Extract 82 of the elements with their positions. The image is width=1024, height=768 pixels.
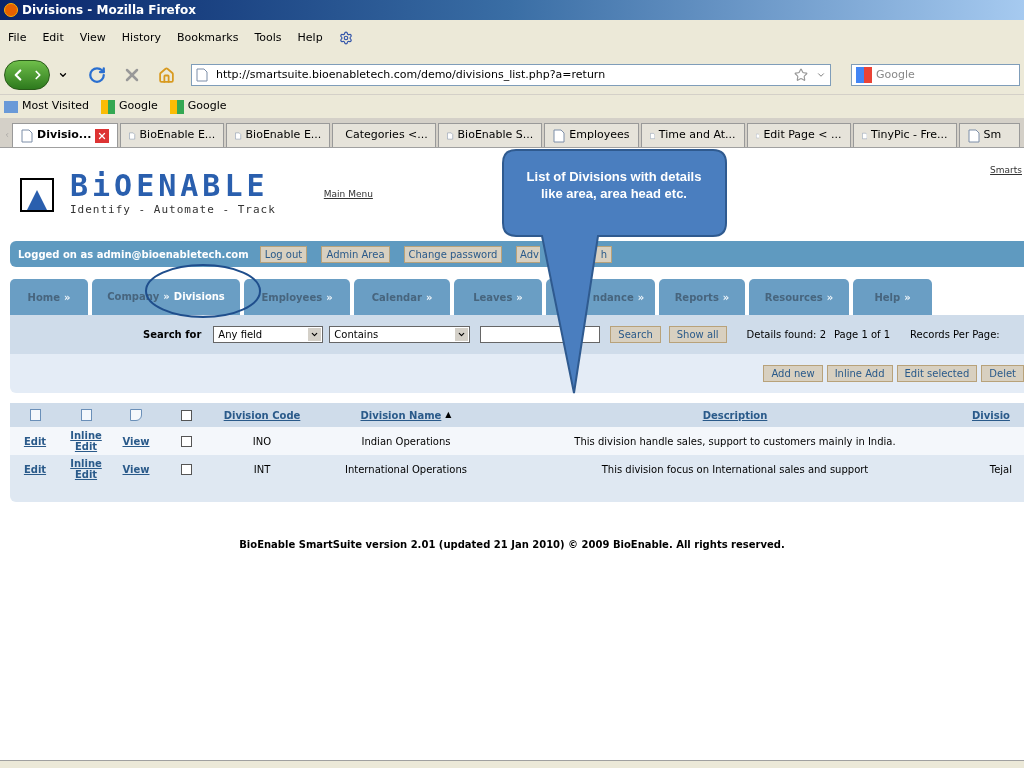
edit-icon xyxy=(29,409,41,421)
user-button[interactable]: Log out xyxy=(260,245,307,263)
action-button[interactable]: Edit selected xyxy=(896,365,978,382)
view-link[interactable]: View xyxy=(112,433,160,449)
menu-item[interactable]: Help xyxy=(297,29,323,47)
checkbox[interactable] xyxy=(180,435,192,447)
menu-item[interactable]: Edit xyxy=(42,29,64,47)
edit-link[interactable]: Edit xyxy=(10,433,60,449)
browser-tab[interactable]: Edit Page < ... xyxy=(746,123,851,147)
table-cell-text: Indian Operations xyxy=(360,434,452,449)
action-button[interactable]: Inline Add xyxy=(826,365,893,382)
edit-link[interactable]: Edit xyxy=(10,461,60,477)
search-label: Search for xyxy=(143,328,202,342)
table-cell-text: INT xyxy=(252,462,272,477)
user-button[interactable]: Change password xyxy=(404,245,502,263)
search-button[interactable]: Search xyxy=(610,326,661,343)
page-icon xyxy=(967,128,980,143)
back-forward-button[interactable] xyxy=(4,60,50,90)
browser-tab[interactable]: Categories <... xyxy=(332,123,437,147)
copyright-text: BioEnable SmartSuite version 2.01 (updated 21 Jan 2010) © 2009 BioEnable. All rights reserved. xyxy=(239,538,785,552)
field-select[interactable]: Any field xyxy=(213,326,324,343)
sort-icon: ▲ xyxy=(445,409,452,421)
column-header-link[interactable]: Division Code xyxy=(223,407,301,423)
select-all-checkbox[interactable] xyxy=(180,409,192,421)
browser-tab[interactable]: BioEnable E... xyxy=(226,123,331,147)
menu-item[interactable]: File xyxy=(8,29,27,47)
tagline: Identify - Automate - Track xyxy=(70,202,276,219)
window-title: Divisions - Mozilla Firefox xyxy=(22,2,196,19)
menu-item[interactable]: Tools xyxy=(254,29,282,47)
browser-tab[interactable]: Sm xyxy=(958,123,1020,147)
reload-icon[interactable] xyxy=(88,66,106,84)
checkbox[interactable] xyxy=(180,463,192,475)
menu-item[interactable]: View xyxy=(79,29,106,47)
main-menu-link[interactable]: Main Menu xyxy=(323,187,373,202)
action-button[interactable]: Delet xyxy=(981,365,1024,382)
table-cell-text: INO xyxy=(251,434,273,449)
page-info: Page 1 of 1 xyxy=(834,328,891,342)
search-field[interactable]: Google xyxy=(851,64,1020,86)
user-button[interactable]: Admin Area xyxy=(321,245,390,263)
bookmark-item[interactable]: Google xyxy=(100,98,158,115)
per-page-label: Records Per Page: xyxy=(910,328,1000,342)
bookmark-item[interactable]: Google xyxy=(169,98,227,115)
dropdown-icon[interactable] xyxy=(58,70,68,80)
view-link[interactable]: View xyxy=(112,461,160,477)
column-header-link[interactable]: Division Name xyxy=(360,407,442,423)
table-cell-text: Tejal xyxy=(988,462,1013,477)
browser-tab[interactable]: Employees xyxy=(544,123,639,147)
details-found: Details found: 2 xyxy=(746,328,826,342)
top-link[interactable]: Smarts xyxy=(990,164,1022,178)
browser-tab[interactable]: BioEnable E... xyxy=(120,123,225,147)
inline-edit-link[interactable]: Inline Edit xyxy=(68,458,104,480)
search-button[interactable]: Show all xyxy=(668,326,727,343)
menu-item[interactable]: History xyxy=(121,29,161,47)
page-icon xyxy=(196,68,208,82)
table-cell-text: This division handle sales, support to customers mainly in India. xyxy=(573,434,897,449)
browser-tab[interactable]: Time and At... xyxy=(640,123,745,147)
browser-tab[interactable]: TinyPic - Fre... xyxy=(852,123,957,147)
bookmark-item[interactable]: Most Visited xyxy=(4,98,89,115)
callout-text: List of Divisions with details like area, area head etc. xyxy=(525,168,703,202)
column-header-link[interactable]: Description xyxy=(702,407,768,423)
column-header-link[interactable]: Divisio xyxy=(972,407,1010,423)
dropdown-icon xyxy=(308,328,322,341)
table-cell-text: This division focus on International sales and support xyxy=(600,462,870,477)
edit-icon xyxy=(80,409,92,421)
browser-tab[interactable]: Divisio... xyxy=(12,123,119,147)
view-icon xyxy=(130,409,142,421)
user-button[interactable]: Adv xyxy=(516,245,540,263)
logo-text: BiOENABLE xyxy=(70,170,270,203)
dropdown-icon xyxy=(455,328,469,341)
action-button[interactable]: Add new xyxy=(763,365,823,382)
page-icon xyxy=(553,128,566,143)
inline-edit-link[interactable]: Inline Edit xyxy=(68,430,104,452)
operator-select[interactable]: Contains xyxy=(329,326,471,343)
address-field[interactable]: http://smartsuite.bioenabletech.com/demo/divisions_list.php?a=return xyxy=(191,64,831,86)
browser-tab[interactable]: BioEnable S... xyxy=(438,123,543,147)
logged-on-text: Logged on as admin@bioenabletech.com xyxy=(18,247,249,262)
table-cell-text: International Operations xyxy=(344,462,468,477)
star-icon[interactable] xyxy=(794,68,808,82)
page-icon xyxy=(21,128,34,143)
logo-icon xyxy=(20,177,54,212)
menu-item[interactable]: Bookmarks xyxy=(177,29,239,47)
close-icon[interactable] xyxy=(95,128,110,143)
